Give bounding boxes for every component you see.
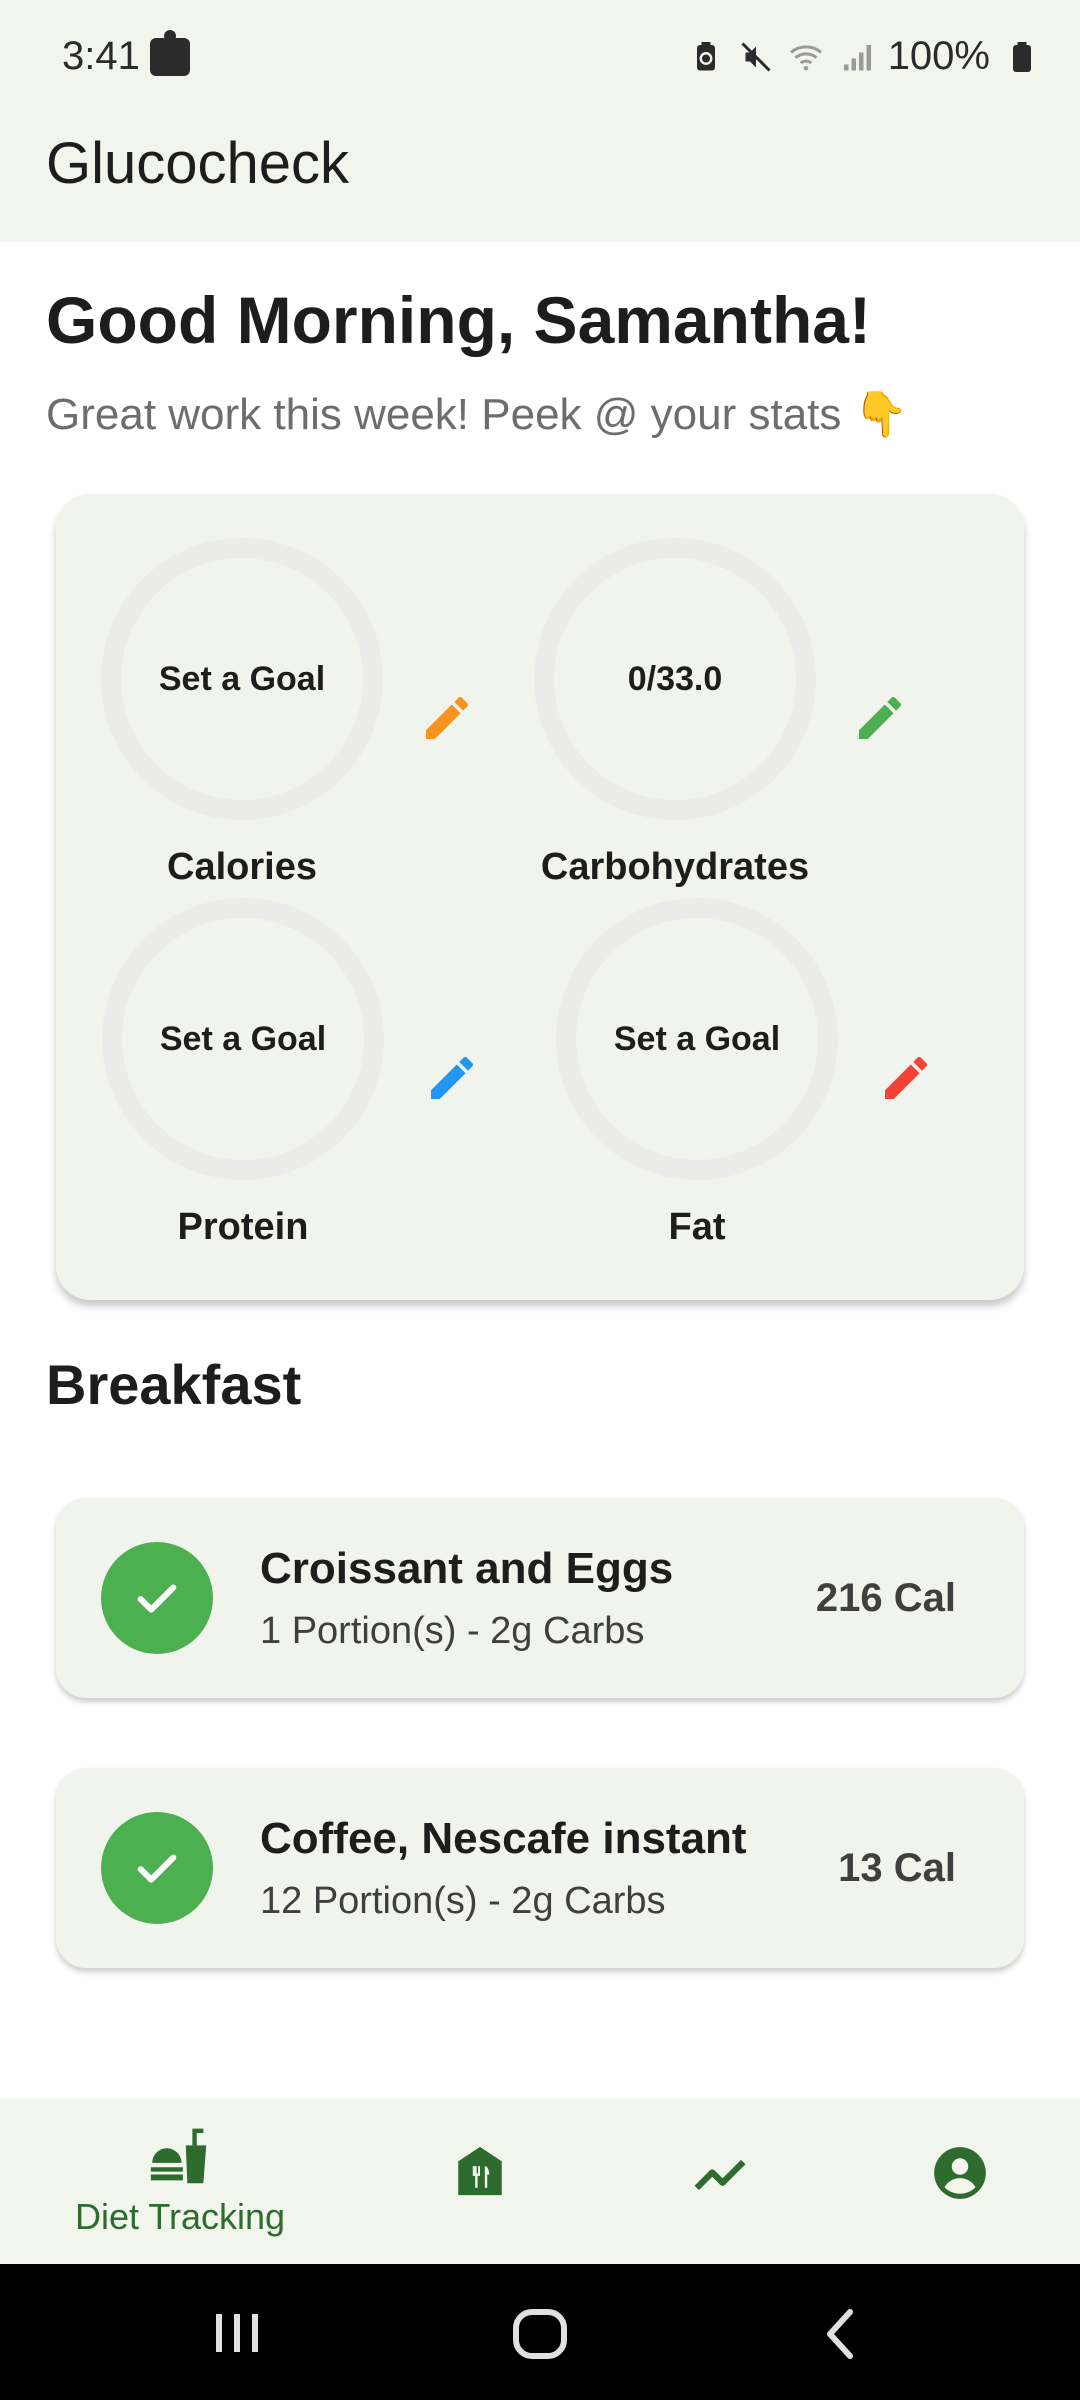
calories-label: Calories — [167, 846, 317, 888]
edit-protein-pencil-icon[interactable] — [424, 1050, 480, 1106]
food-calories: 216 Cal — [815, 1576, 956, 1620]
app-bar: Glucocheck — [0, 120, 1080, 242]
puzzle-icon — [150, 30, 190, 76]
protein-ring-text: Set a Goal — [159, 1019, 327, 1058]
edit-calories-pencil-icon[interactable] — [419, 690, 475, 746]
edit-carbohydrates-pencil-icon[interactable] — [852, 690, 908, 746]
check-icon[interactable] — [101, 1812, 213, 1924]
fat-ring[interactable]: Set a Goal — [556, 898, 838, 1180]
mute-icon — [741, 41, 771, 72]
restaurant-icon — [458, 2146, 502, 2196]
signal-icon — [843, 44, 871, 70]
battery-saver-icon — [696, 41, 715, 70]
trend-icon — [694, 2159, 746, 2191]
bottom-navigation: Diet Tracking — [0, 2098, 1080, 2264]
food-name: Coffee, Nescafe instant — [260, 1814, 747, 1863]
calories-ring[interactable]: Set a Goal — [101, 538, 383, 820]
food-portion-carbs: 12 Portion(s) - 2g Carbs — [260, 1880, 666, 1922]
food-item-card[interactable]: Coffee, Nescafe instant 12 Portion(s) - … — [56, 1768, 1024, 1968]
greeting-title: Good Morning, Samantha! — [46, 283, 871, 357]
food-name: Croissant and Eggs — [260, 1544, 674, 1593]
account-icon — [934, 2147, 986, 2199]
status-time: 3:41 — [62, 34, 140, 78]
edit-fat-pencil-icon[interactable] — [878, 1050, 934, 1106]
nav-item-diet-tracking[interactable]: Diet Tracking — [40, 2122, 320, 2238]
protein-label: Protein — [177, 1206, 309, 1248]
protein-ring[interactable]: Set a Goal — [102, 898, 384, 1180]
diet-tracking-icon — [150, 2128, 207, 2184]
fat-label: Fat — [668, 1206, 726, 1248]
check-icon[interactable] — [101, 1542, 213, 1654]
stats-card: Set a Goal Calories 0/33.0 Carbohydrates… — [56, 494, 1024, 1300]
nav-item-account[interactable] — [920, 2142, 1000, 2204]
greeting-subtitle: Great work this week! Peek @ your stats … — [46, 390, 909, 439]
pencil-shape — [426, 696, 469, 739]
carbohydrates-ring[interactable]: 0/33.0 — [534, 538, 816, 820]
food-item-card[interactable]: Croissant and Eggs 1 Portion(s) - 2g Car… — [56, 1498, 1024, 1698]
home-icon[interactable] — [510, 2306, 570, 2362]
calories-ring-text: Set a Goal — [158, 659, 326, 698]
food-portion-carbs: 1 Portion(s) - 2g Carbs — [260, 1610, 645, 1652]
battery-percent: 100% — [887, 34, 990, 78]
status-bar: 3:41 100% — [0, 0, 1080, 120]
nav-label-diet-tracking: Diet Tracking — [74, 2196, 286, 2237]
carbohydrates-label: Carbohydrates — [540, 846, 810, 888]
back-icon[interactable] — [818, 2306, 862, 2362]
food-calories: 13 Cal — [838, 1846, 956, 1890]
nav-item-trend[interactable] — [680, 2144, 760, 2206]
wifi-icon — [789, 44, 822, 70]
system-navigation-bar — [0, 2264, 1080, 2400]
app-title: Glucocheck — [46, 131, 350, 196]
status-icons: 100% — [688, 34, 1040, 79]
meal-section-title: Breakfast — [46, 1353, 302, 1416]
battery-icon — [1013, 41, 1031, 72]
recent-apps-icon[interactable] — [210, 2308, 266, 2358]
carbohydrates-ring-text: 0/33.0 — [627, 659, 723, 698]
fat-ring-text: Set a Goal — [613, 1019, 781, 1058]
nav-item-restaurant[interactable] — [440, 2142, 520, 2200]
